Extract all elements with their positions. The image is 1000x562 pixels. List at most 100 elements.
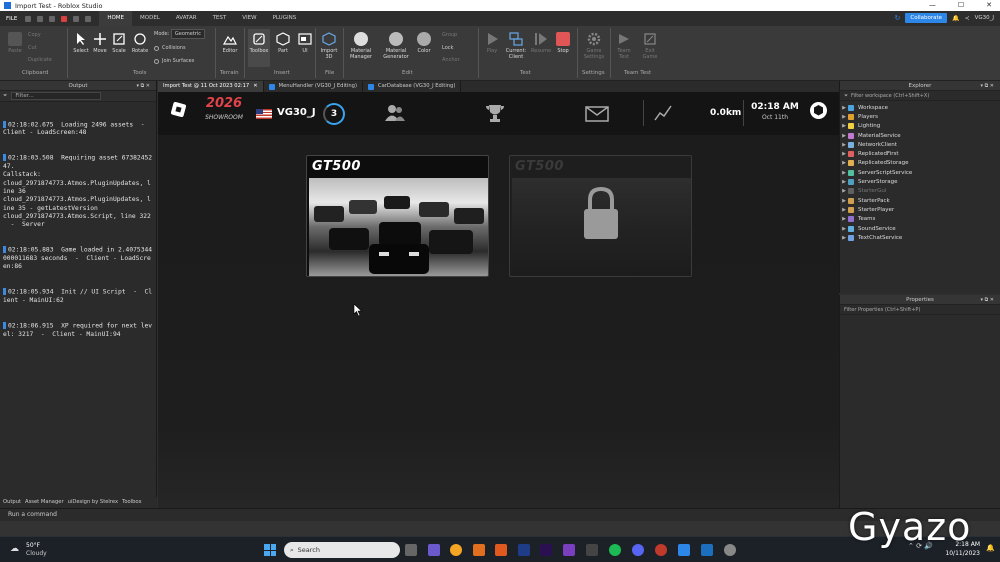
refresh-icon[interactable]: ↻ <box>895 14 901 22</box>
chat-app-icon[interactable] <box>428 544 440 556</box>
friends-icon[interactable] <box>384 104 406 126</box>
task-view-icon[interactable] <box>405 544 417 556</box>
join-surfaces-toggle[interactable]: Join Surfaces <box>154 58 194 64</box>
game-settings-button[interactable]: Game Settings <box>582 32 606 60</box>
join-surfaces-checkbox[interactable] <box>154 58 159 64</box>
explorer-item[interactable]: ▶ MaterialService <box>840 131 1000 140</box>
part-button[interactable]: Part <box>275 32 291 54</box>
discord-icon[interactable] <box>632 544 644 556</box>
panel-controls[interactable]: ▾ ⧉ ✕ <box>981 297 994 303</box>
tab-output[interactable]: Output <box>3 499 21 506</box>
app-icon[interactable] <box>724 544 736 556</box>
doc-tab-menuhandler[interactable]: MenuHandler (VG30_J Editing) <box>264 81 363 92</box>
premiere-icon[interactable] <box>540 544 552 556</box>
game-settings-icon[interactable] <box>810 102 827 119</box>
tab-view[interactable]: VIEW <box>234 11 264 26</box>
panel-controls[interactable]: ▾ ⧉ ✕ <box>137 83 150 89</box>
app-icon[interactable] <box>495 544 507 556</box>
mode-selector[interactable]: Mode: Geometric <box>154 29 206 39</box>
properties-filter-input[interactable]: Filter Properties (Ctrl+Shift+P) <box>844 307 920 313</box>
material-generator-button[interactable]: Material Generator <box>381 32 411 60</box>
mode-dropdown[interactable]: Geometric <box>170 29 206 39</box>
filter-icon[interactable]: ⏷ <box>3 93 7 100</box>
rotate-button[interactable]: Rotate <box>130 32 150 54</box>
explorer-item[interactable]: ▶ Teams <box>840 215 1000 224</box>
explorer-item[interactable]: ▶ ReplicatedStorage <box>840 159 1000 168</box>
terrain-editor-button[interactable]: Editor <box>220 32 240 54</box>
save-icon[interactable] <box>25 15 32 22</box>
tab-avatar[interactable]: AVATAR <box>168 11 205 26</box>
expand-arrow-icon[interactable]: ▶ <box>840 142 848 148</box>
expand-arrow-icon[interactable]: ▶ <box>840 170 848 176</box>
redo-icon[interactable] <box>85 15 92 22</box>
toolbox-button[interactable]: Toolbox <box>248 29 270 67</box>
explorer-item[interactable]: ▶ StarterPack <box>840 196 1000 205</box>
copy-button[interactable]: Copy <box>28 32 41 38</box>
minimize-icon[interactable]: — <box>929 0 936 11</box>
explorer-item[interactable]: ▶ TextChatService <box>840 233 1000 242</box>
play-icon[interactable] <box>49 15 56 22</box>
expand-arrow-icon[interactable]: ▶ <box>840 114 848 120</box>
lock-button[interactable]: Lock <box>442 45 453 51</box>
game-viewport[interactable]: 2026 SHOWROOM VG30_J 3 0.0km 02:18 AM Oc… <box>158 92 839 508</box>
move-button[interactable]: Move <box>91 32 109 54</box>
material-manager-button[interactable]: Material Manager <box>348 32 374 60</box>
expand-arrow-icon[interactable]: ▶ <box>840 198 848 204</box>
stop-button[interactable]: Stop <box>555 32 571 54</box>
expand-arrow-icon[interactable]: ▶ <box>840 216 848 222</box>
expand-arrow-icon[interactable]: ▶ <box>840 160 848 166</box>
expand-arrow-icon[interactable]: ▶ <box>840 207 848 213</box>
car-class-card-gt500[interactable]: GT500 <box>306 155 489 277</box>
explorer-item[interactable]: ▶ ServerStorage <box>840 177 1000 186</box>
tab-plugins[interactable]: PLUGINS <box>265 11 305 26</box>
app-icon[interactable] <box>701 544 713 556</box>
anchor-button[interactable]: Anchor <box>442 57 460 63</box>
close-tab-icon[interactable]: ✕ <box>253 81 257 92</box>
explorer-item[interactable]: ▶ ReplicatedFirst <box>840 149 1000 158</box>
expand-arrow-icon[interactable]: ▶ <box>840 123 848 129</box>
tab-home[interactable]: HOME <box>99 11 133 26</box>
user-name[interactable]: VG30_J <box>975 15 994 21</box>
notifications-icon[interactable]: 🔔 <box>952 15 959 22</box>
doc-tab-cardatabase[interactable]: CarDatabase (VG30_J Editing) <box>363 81 462 92</box>
car-class-card-gt500-locked[interactable]: GT500 <box>509 155 692 277</box>
roblox-studio-taskbar-icon[interactable] <box>678 544 690 556</box>
visual-studio-icon[interactable] <box>563 544 575 556</box>
expand-arrow-icon[interactable]: ▶ <box>840 179 848 185</box>
panel-controls[interactable]: ▾ ⧉ ✕ <box>981 83 994 89</box>
collisions-checkbox[interactable] <box>154 45 159 51</box>
resume-button[interactable]: Resume <box>531 32 551 54</box>
stop-icon[interactable] <box>61 15 68 22</box>
team-test-button[interactable]: Team Test <box>615 32 633 60</box>
explorer-item[interactable]: ▶ NetworkClient <box>840 140 1000 149</box>
expand-arrow-icon[interactable]: ▶ <box>840 133 848 139</box>
expand-arrow-icon[interactable]: ▶ <box>840 235 848 241</box>
explorer-item[interactable]: ▶ Players <box>840 112 1000 121</box>
explorer-item[interactable]: ▶ StarterPlayer <box>840 205 1000 214</box>
current-client-button[interactable]: Current: Client <box>504 32 528 60</box>
expand-arrow-icon[interactable]: ▶ <box>840 188 848 194</box>
group-button[interactable]: Group <box>442 32 457 38</box>
trophy-icon[interactable] <box>485 103 505 127</box>
chrome-icon[interactable] <box>450 544 462 556</box>
spotify-icon[interactable] <box>609 544 621 556</box>
expand-arrow-icon[interactable]: ▶ <box>840 226 848 232</box>
ui-button[interactable]: UI <box>297 32 313 54</box>
tab-model[interactable]: MODEL <box>132 11 168 26</box>
tab-uidesign[interactable]: uiDesign by Stelrex <box>68 499 118 506</box>
paste-button[interactable]: Paste <box>6 32 24 54</box>
collaborate-button[interactable]: Collaborate <box>905 13 948 23</box>
select-button[interactable]: Select <box>72 32 90 54</box>
mail-icon[interactable] <box>585 106 609 126</box>
expand-arrow-icon[interactable]: ▶ <box>840 105 848 111</box>
stats-graph-icon[interactable] <box>654 104 672 126</box>
cut-button[interactable]: Cut <box>28 45 37 51</box>
share-icon[interactable]: ≺ <box>965 15 970 22</box>
play-button[interactable]: Play <box>484 32 500 54</box>
undo-icon[interactable] <box>73 15 80 22</box>
exit-game-button[interactable]: Exit Game <box>641 32 659 60</box>
explorer-item[interactable]: ▶ SoundService <box>840 224 1000 233</box>
explorer-filter-input[interactable]: Filter workspace (Ctrl+Shift+X) <box>851 93 929 99</box>
scale-button[interactable]: Scale <box>110 32 128 54</box>
tab-test[interactable]: TEST <box>205 11 235 26</box>
